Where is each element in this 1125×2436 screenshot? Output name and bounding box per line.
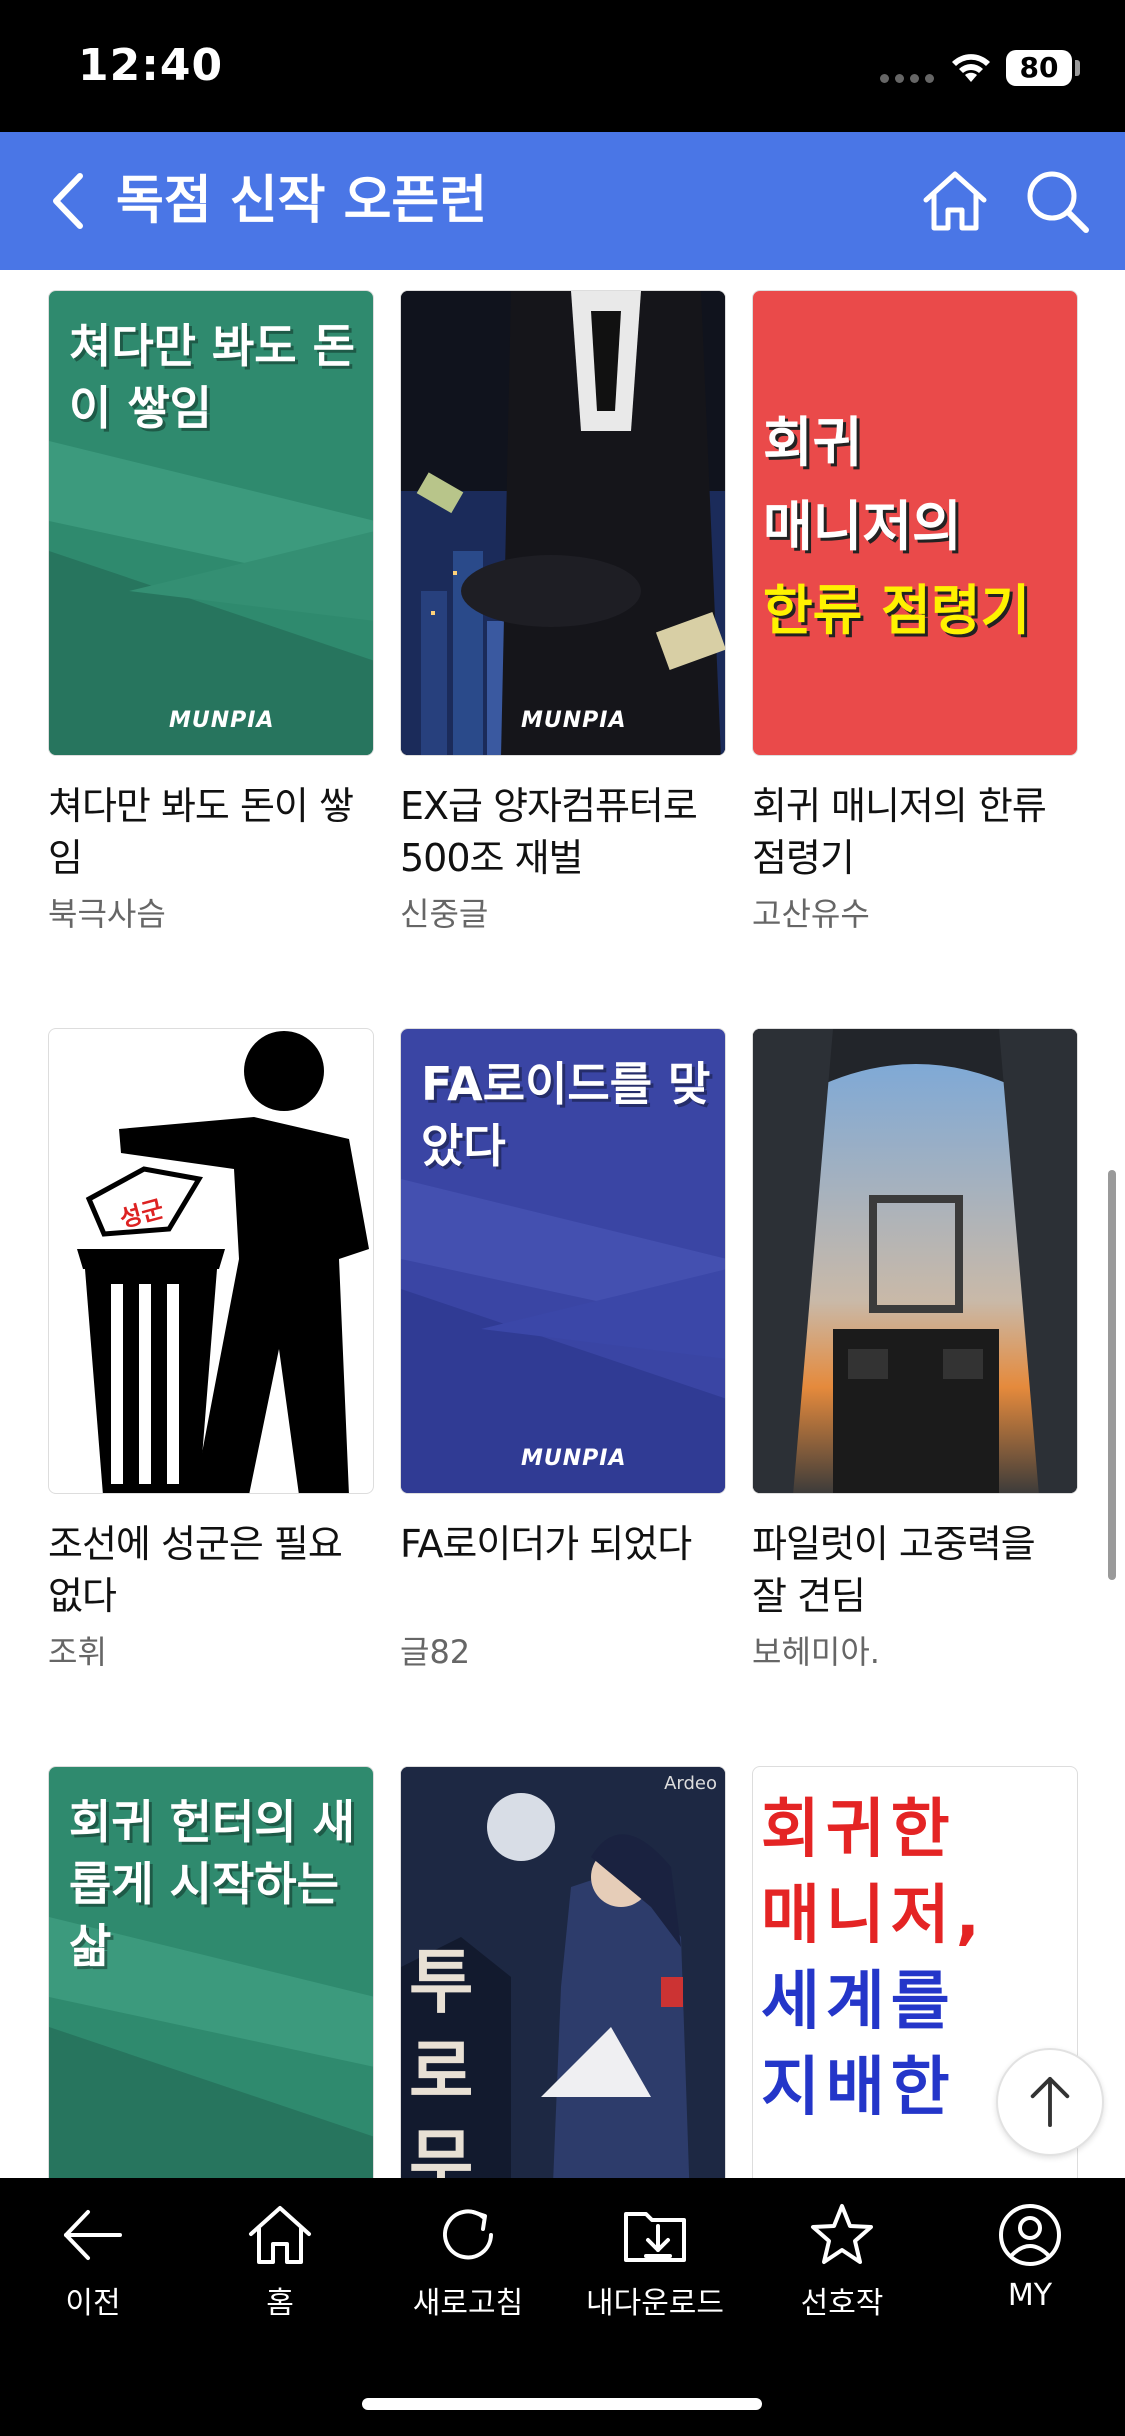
book-card[interactable]: MUNPIA EX급 양자컴퓨터로 500조 재벌 신중글: [400, 290, 726, 1028]
refresh-icon: [443, 2209, 493, 2260]
book-author: 보헤미아.: [752, 1633, 880, 1671]
cover-corner-text: Ardeo: [664, 1773, 717, 1794]
page-title: 독점 신작 오픈런: [116, 171, 488, 231]
munpia-logo: MUNPIA: [521, 1446, 627, 1471]
book-cover[interactable]: [752, 1028, 1078, 1494]
book-cover[interactable]: 성군: [48, 1028, 374, 1494]
book-author: 글82: [400, 1633, 471, 1671]
cover-title-text: FA로이드를 맞았다: [421, 1057, 711, 1173]
munpia-logo: MUNPIA: [169, 708, 275, 733]
nav-label: 내다운로드: [586, 2286, 724, 2321]
book-title[interactable]: 쳐다만 봐도 돈이 쌓임: [48, 780, 374, 884]
cover-title-text: 회귀 헌터의 새롭게 시작하는 삶: [69, 1795, 355, 1973]
battery-level: 80: [1006, 50, 1072, 86]
book-title[interactable]: 파일럿이 고중력을 잘 견딤: [752, 1518, 1078, 1622]
scroll-to-top-button[interactable]: [996, 2048, 1104, 2156]
home-icon: [249, 2206, 311, 2264]
book-cover[interactable]: 회귀 헌터의 새롭게 시작하는 삶: [48, 1766, 374, 2178]
book-author: 조휘: [48, 1633, 107, 1671]
nav-label: 이전: [65, 2286, 121, 2321]
book-title[interactable]: 회귀 매니저의 한류 점령기: [752, 780, 1078, 884]
cover-line: 회귀: [763, 411, 863, 474]
book-card[interactable]: 성군 조선에 성군은 필요 없다 조휘: [48, 1028, 374, 1766]
cover-line: 회귀한: [761, 1793, 956, 1867]
cover-line: 세계를: [761, 1965, 956, 2039]
nav-label: 새로고침: [412, 2286, 524, 2321]
nav-label: MY: [1007, 2278, 1053, 2313]
cover-line: 매니저,: [761, 1879, 986, 1953]
star-icon: [811, 2204, 873, 2264]
cover-line: 한류 점령기: [763, 579, 1031, 642]
app-header: 독점 신작 오픈런: [0, 132, 1125, 270]
book-author: 북극사슴: [48, 895, 166, 933]
search-icon[interactable]: [1022, 166, 1092, 236]
book-title[interactable]: 조선에 성군은 필요 없다: [48, 1518, 374, 1622]
nav-refresh[interactable]: 새로고침: [378, 2200, 558, 2330]
cover-title-text: 회귀한 매니저, 세계를 지배한: [761, 1787, 986, 2131]
book-card[interactable]: 회귀 헌터의 새롭게 시작하는 삶: [48, 1766, 374, 2178]
book-cover[interactable]: 회귀 매니저의 한류 점령기: [752, 290, 1078, 756]
home-icon[interactable]: [918, 164, 992, 238]
nav-my[interactable]: MY: [940, 2200, 1120, 2330]
cover-title-text: 투로무한: [409, 1941, 474, 2178]
book-title[interactable]: EX급 양자컴퓨터로 500조 재벌: [400, 780, 726, 884]
back-button[interactable]: [36, 166, 106, 236]
nav-favorites[interactable]: 선호작: [752, 2200, 932, 2330]
book-card[interactable]: 쳐다만 봐도 돈이 쌓임 MUNPIA 쳐다만 봐도 돈이 쌓임 북극사슴: [48, 290, 374, 1028]
book-cover[interactable]: 쳐다만 봐도 돈이 쌓임 MUNPIA: [48, 290, 374, 756]
home-indicator[interactable]: [362, 2398, 762, 2410]
cover-title-text: 쳐다만 봐도 돈이 쌓임: [69, 319, 355, 435]
scroll-indicator[interactable]: [1108, 1170, 1116, 1580]
book-card[interactable]: 회귀 매니저의 한류 점령기 회귀 매니저의 한류 점령기 고산유수: [752, 290, 1078, 1028]
cover-line: 매니저의: [763, 495, 962, 558]
book-title[interactable]: FA로이더가 되었다: [400, 1518, 726, 1622]
battery-tip: [1075, 60, 1080, 76]
munpia-logo: MUNPIA: [521, 708, 627, 733]
cover-illustration: [401, 291, 725, 755]
status-bar: 12:40 80: [0, 0, 1125, 132]
wifi-icon: [952, 54, 990, 82]
book-cover[interactable]: MUNPIA: [400, 290, 726, 756]
cover-title-text: 회귀 매니저의 한류 점령기: [763, 401, 1030, 653]
book-card[interactable]: Ardeo 투로무한: [400, 1766, 726, 2178]
book-author: 신중글: [400, 895, 489, 933]
user-profile-icon: [999, 2204, 1061, 2266]
cover-line: 지배한: [761, 2051, 956, 2125]
book-card[interactable]: 파일럿이 고중력을 잘 견딤 보헤미아.: [752, 1028, 1078, 1766]
arrow-left-icon: [64, 2210, 122, 2260]
status-time: 12:40: [78, 40, 224, 91]
trash-figure-illustration: [77, 1031, 369, 1493]
nav-home[interactable]: 홈: [190, 2200, 370, 2330]
nav-label: 선호작: [800, 2286, 884, 2321]
book-card[interactable]: FA로이드를 맞았다 MUNPIA FA로이더가 되었다 글82: [400, 1028, 726, 1766]
cockpit-illustration: [753, 1029, 1077, 1493]
book-cover[interactable]: Ardeo 투로무한: [400, 1766, 726, 2178]
cellular-signal-icon: [880, 74, 934, 83]
nav-downloads[interactable]: 내다운로드: [565, 2200, 745, 2330]
book-cover[interactable]: FA로이드를 맞았다 MUNPIA: [400, 1028, 726, 1494]
bottom-navigation: 이전 홈 새로고침 내다운로드 선호작 MY: [0, 2178, 1125, 2436]
book-list[interactable]: 쳐다만 봐도 돈이 쌓임 MUNPIA 쳐다만 봐도 돈이 쌓임 북극사슴 MU…: [0, 270, 1125, 2178]
nav-back[interactable]: 이전: [3, 2200, 183, 2330]
book-grid: 쳐다만 봐도 돈이 쌓임 MUNPIA 쳐다만 봐도 돈이 쌓임 북극사슴 MU…: [48, 290, 1078, 2178]
book-author: 고산유수: [752, 895, 870, 933]
folder-download-icon: [624, 2212, 686, 2262]
nav-label: 홈: [266, 2286, 294, 2321]
